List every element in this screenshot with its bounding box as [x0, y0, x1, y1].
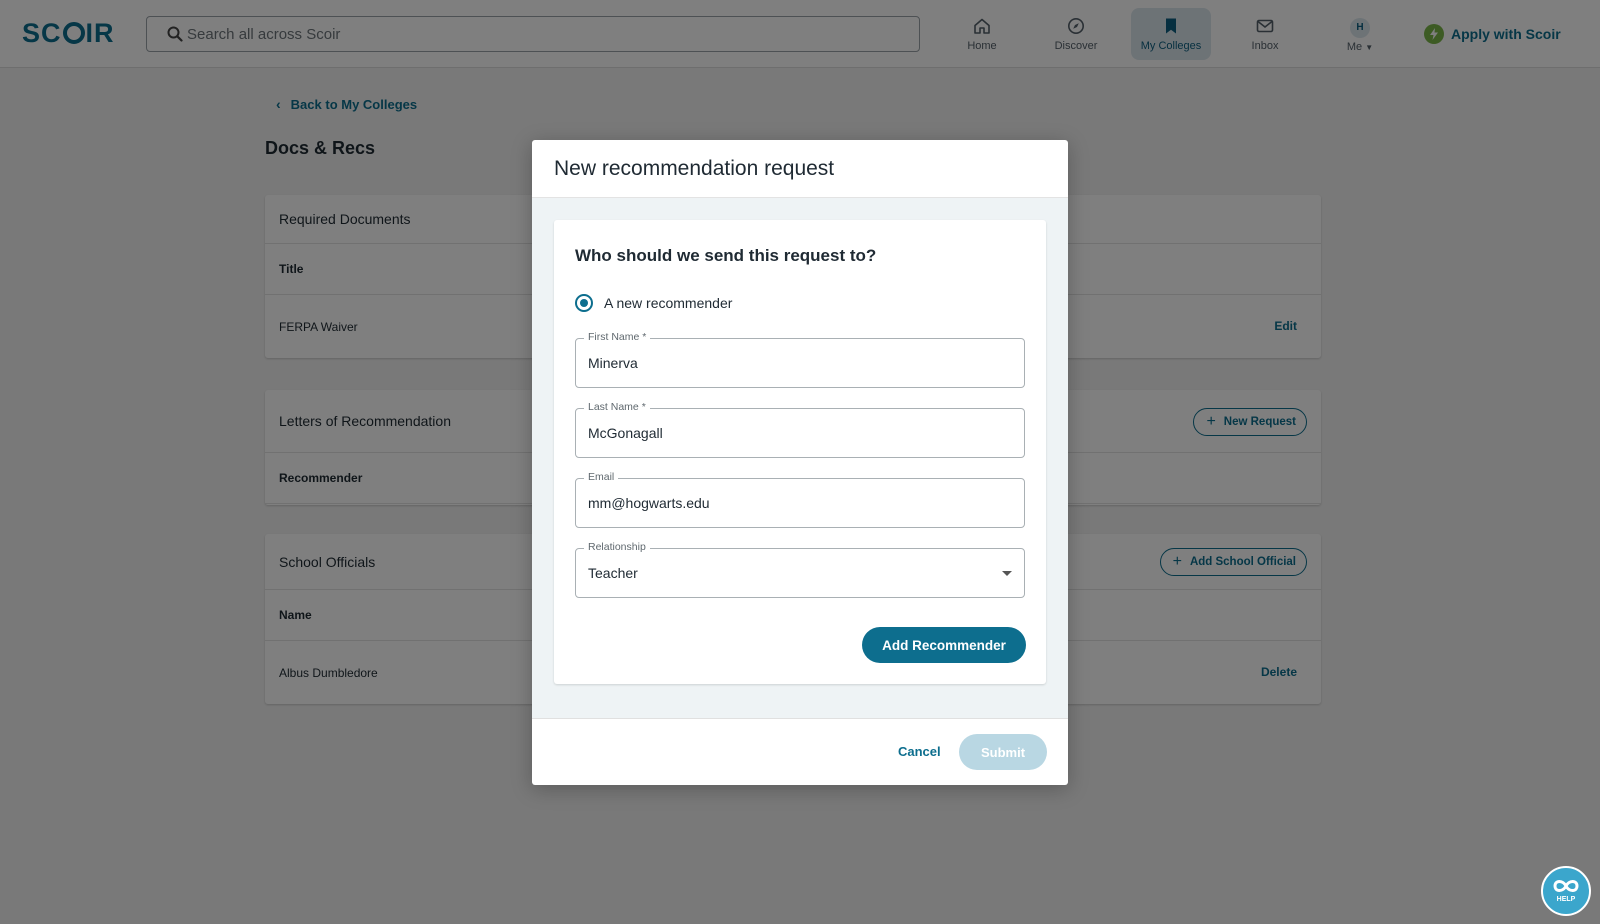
new-recommender-label: A new recommender: [604, 295, 733, 311]
add-recommender-button[interactable]: Add Recommender: [862, 627, 1026, 663]
dropdown-arrow-icon: [1002, 571, 1012, 576]
first-name-label: First Name *: [584, 331, 651, 343]
new-recommendation-modal: New recommendation request Who should we…: [532, 140, 1068, 785]
last-name-label: Last Name *: [584, 401, 650, 413]
relationship-label: Relationship: [584, 541, 650, 553]
help-label: HELP: [1556, 896, 1576, 903]
recommender-form: Who should we send this request to? A ne…: [554, 220, 1046, 684]
modal-title: New recommendation request: [554, 157, 835, 180]
modal-body: Who should we send this request to? A ne…: [532, 198, 1068, 719]
infinity-icon: [1553, 880, 1579, 892]
new-recommender-option[interactable]: A new recommender: [575, 294, 732, 312]
email-field[interactable]: Email mm@hogwarts.edu: [575, 471, 1025, 528]
cancel-button[interactable]: Cancel: [898, 744, 941, 759]
relationship-select[interactable]: Relationship Teacher: [575, 541, 1025, 598]
form-question: Who should we send this request to?: [575, 246, 877, 265]
relationship-value: Teacher: [588, 565, 638, 581]
last-name-field[interactable]: Last Name * McGonagall: [575, 401, 1025, 458]
submit-button[interactable]: Submit: [959, 734, 1047, 770]
email-value: mm@hogwarts.edu: [588, 495, 710, 511]
first-name-value: Minerva: [588, 355, 638, 371]
last-name-value: McGonagall: [588, 425, 663, 441]
email-label: Email: [584, 471, 619, 483]
help-button[interactable]: HELP: [1541, 866, 1591, 916]
first-name-field[interactable]: First Name * Minerva: [575, 331, 1025, 388]
radio-selected[interactable]: [575, 294, 593, 312]
